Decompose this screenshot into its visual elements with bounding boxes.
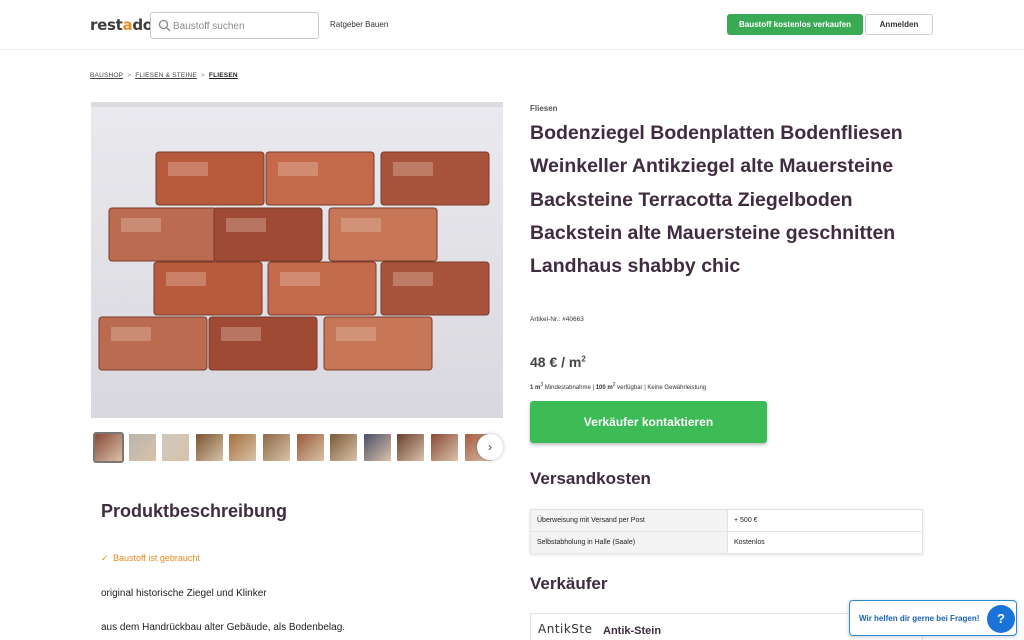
description-title: Produktbeschreibung <box>101 501 288 521</box>
brick <box>208 316 318 371</box>
brick <box>267 261 377 316</box>
brick-highlight <box>341 218 381 232</box>
brick <box>380 151 490 206</box>
brick-highlight <box>278 162 318 176</box>
breadcrumb-separator: > <box>127 72 132 79</box>
thumbnail-image[interactable] <box>128 434 156 461</box>
price-unit-exponent: 2 <box>581 354 586 364</box>
search-icon <box>158 19 171 32</box>
used-material-label: Baustoff ist gebraucht <box>113 553 200 563</box>
brick <box>380 261 490 316</box>
min-quantity-label: Mindestabnahme | <box>543 385 596 391</box>
thumbnail-image[interactable] <box>93 432 124 463</box>
brick-highlight <box>336 327 376 341</box>
logo-accent: a <box>122 16 133 34</box>
brick-highlight <box>168 162 208 176</box>
search-input[interactable] <box>173 16 313 36</box>
description-paragraph: aus dem Handrückbau alter Gebäude, als B… <box>101 622 346 633</box>
thumbnail-strip: › <box>91 432 503 466</box>
main-product-image[interactable] <box>91 102 503 418</box>
brick <box>328 207 438 262</box>
breadcrumb: BAUSHOP > FLIESEN & STEINE > FLIESEN <box>90 72 238 79</box>
thumbnail-image[interactable] <box>363 434 391 461</box>
table-row: Selbstabholung in Halle (Saale) Kostenlo… <box>530 531 923 554</box>
brick-highlight <box>221 327 261 341</box>
brick <box>265 151 375 206</box>
thumbnail-image[interactable] <box>195 434 223 461</box>
product-title: Bodenziegel Bodenplatten Bodenfliesen We… <box>530 122 903 278</box>
seller-title: Verkäufer <box>530 574 608 593</box>
breadcrumb-fliesen[interactable]: FLIESEN <box>209 72 238 79</box>
help-question-icon[interactable]: ? <box>987 605 1015 633</box>
help-text: Wir helfen dir gerne bei Fragen! <box>859 614 980 623</box>
shipping-option-value: Kostenlos <box>727 531 923 554</box>
thumbnail-image[interactable] <box>397 434 425 461</box>
brick <box>153 261 263 316</box>
brick-highlight <box>393 272 433 286</box>
used-material-badge: ✓ Baustoff ist gebraucht <box>101 553 200 564</box>
shipping-option-label: Selbstabholung in Halle (Saale) <box>530 531 728 554</box>
thumbnail-image[interactable] <box>431 434 458 461</box>
seller-logo: AntikSte <box>538 622 593 636</box>
brick-highlight <box>111 327 151 341</box>
thumbnail-image[interactable] <box>296 434 324 461</box>
shipping-table: Überweisung mit Versand per Post + 500 €… <box>530 509 923 554</box>
brick-highlight <box>280 272 320 286</box>
brick <box>155 151 265 206</box>
brick-highlight <box>121 218 161 232</box>
breadcrumb-baushop[interactable]: BAUSHOP <box>90 72 123 79</box>
thumbnail-image[interactable] <box>263 434 290 461</box>
brick-highlight <box>166 272 206 286</box>
brick-layout <box>98 151 490 371</box>
brick-highlight <box>393 162 433 176</box>
brick-highlight <box>226 218 266 232</box>
brick <box>98 316 208 371</box>
shipping-title: Versandkosten <box>530 469 651 488</box>
product-price: 48 € / m2 <box>530 354 586 370</box>
breadcrumb-fliesen-steine[interactable]: FLIESEN & STEINE <box>135 72 197 79</box>
search-box[interactable] <box>150 12 319 39</box>
image-top-strip <box>91 102 503 107</box>
thumbnail-image[interactable] <box>229 434 257 461</box>
chevron-right-icon[interactable]: › <box>477 434 503 460</box>
available-quantity: 100 m <box>595 385 613 391</box>
product-meta: 1 m3 Mindestabnahme | 100 m2 verfügbar |… <box>530 382 706 391</box>
brick-floor-photo <box>91 107 503 418</box>
available-label: verfügbar | Keine Gewährleistung <box>615 385 707 391</box>
brick <box>323 316 433 371</box>
shipping-option-value: + 500 € <box>727 509 923 532</box>
nav-ratgeber-bauen[interactable]: Ratgeber Bauen <box>330 20 388 29</box>
shipping-option-label: Überweisung mit Versand per Post <box>530 509 728 532</box>
contact-seller-button[interactable]: Verkäufer kontaktieren <box>530 401 767 443</box>
brick <box>213 207 323 262</box>
thumbnail-image[interactable] <box>162 434 190 461</box>
help-widget[interactable]: Wir helfen dir gerne bei Fragen! ? <box>849 600 1017 636</box>
login-button[interactable]: Anmelden <box>865 14 933 35</box>
seller-name[interactable]: Antik-Stein <box>603 625 661 637</box>
restado-logo[interactable]: restado <box>90 16 153 34</box>
description-paragraph: original historische Ziegel und Klinker <box>101 588 267 599</box>
site-header: restado Ratgeber Bauen Baustoff kostenlo… <box>0 0 1024 50</box>
breadcrumb-separator: > <box>200 72 205 79</box>
check-icon: ✓ <box>101 553 109 563</box>
product-category: Fliesen <box>530 104 558 113</box>
min-quantity: 1 m <box>530 385 541 391</box>
article-number: Artikel-Nr.: #40663 <box>530 316 584 323</box>
logo-part-1: rest <box>90 16 123 34</box>
table-row: Überweisung mit Versand per Post + 500 € <box>530 509 923 532</box>
sell-material-button[interactable]: Baustoff kostenlos verkaufen <box>727 14 863 35</box>
brick <box>108 207 218 262</box>
thumbnail-image[interactable] <box>330 434 358 461</box>
price-value: 48 € / m <box>530 354 582 370</box>
